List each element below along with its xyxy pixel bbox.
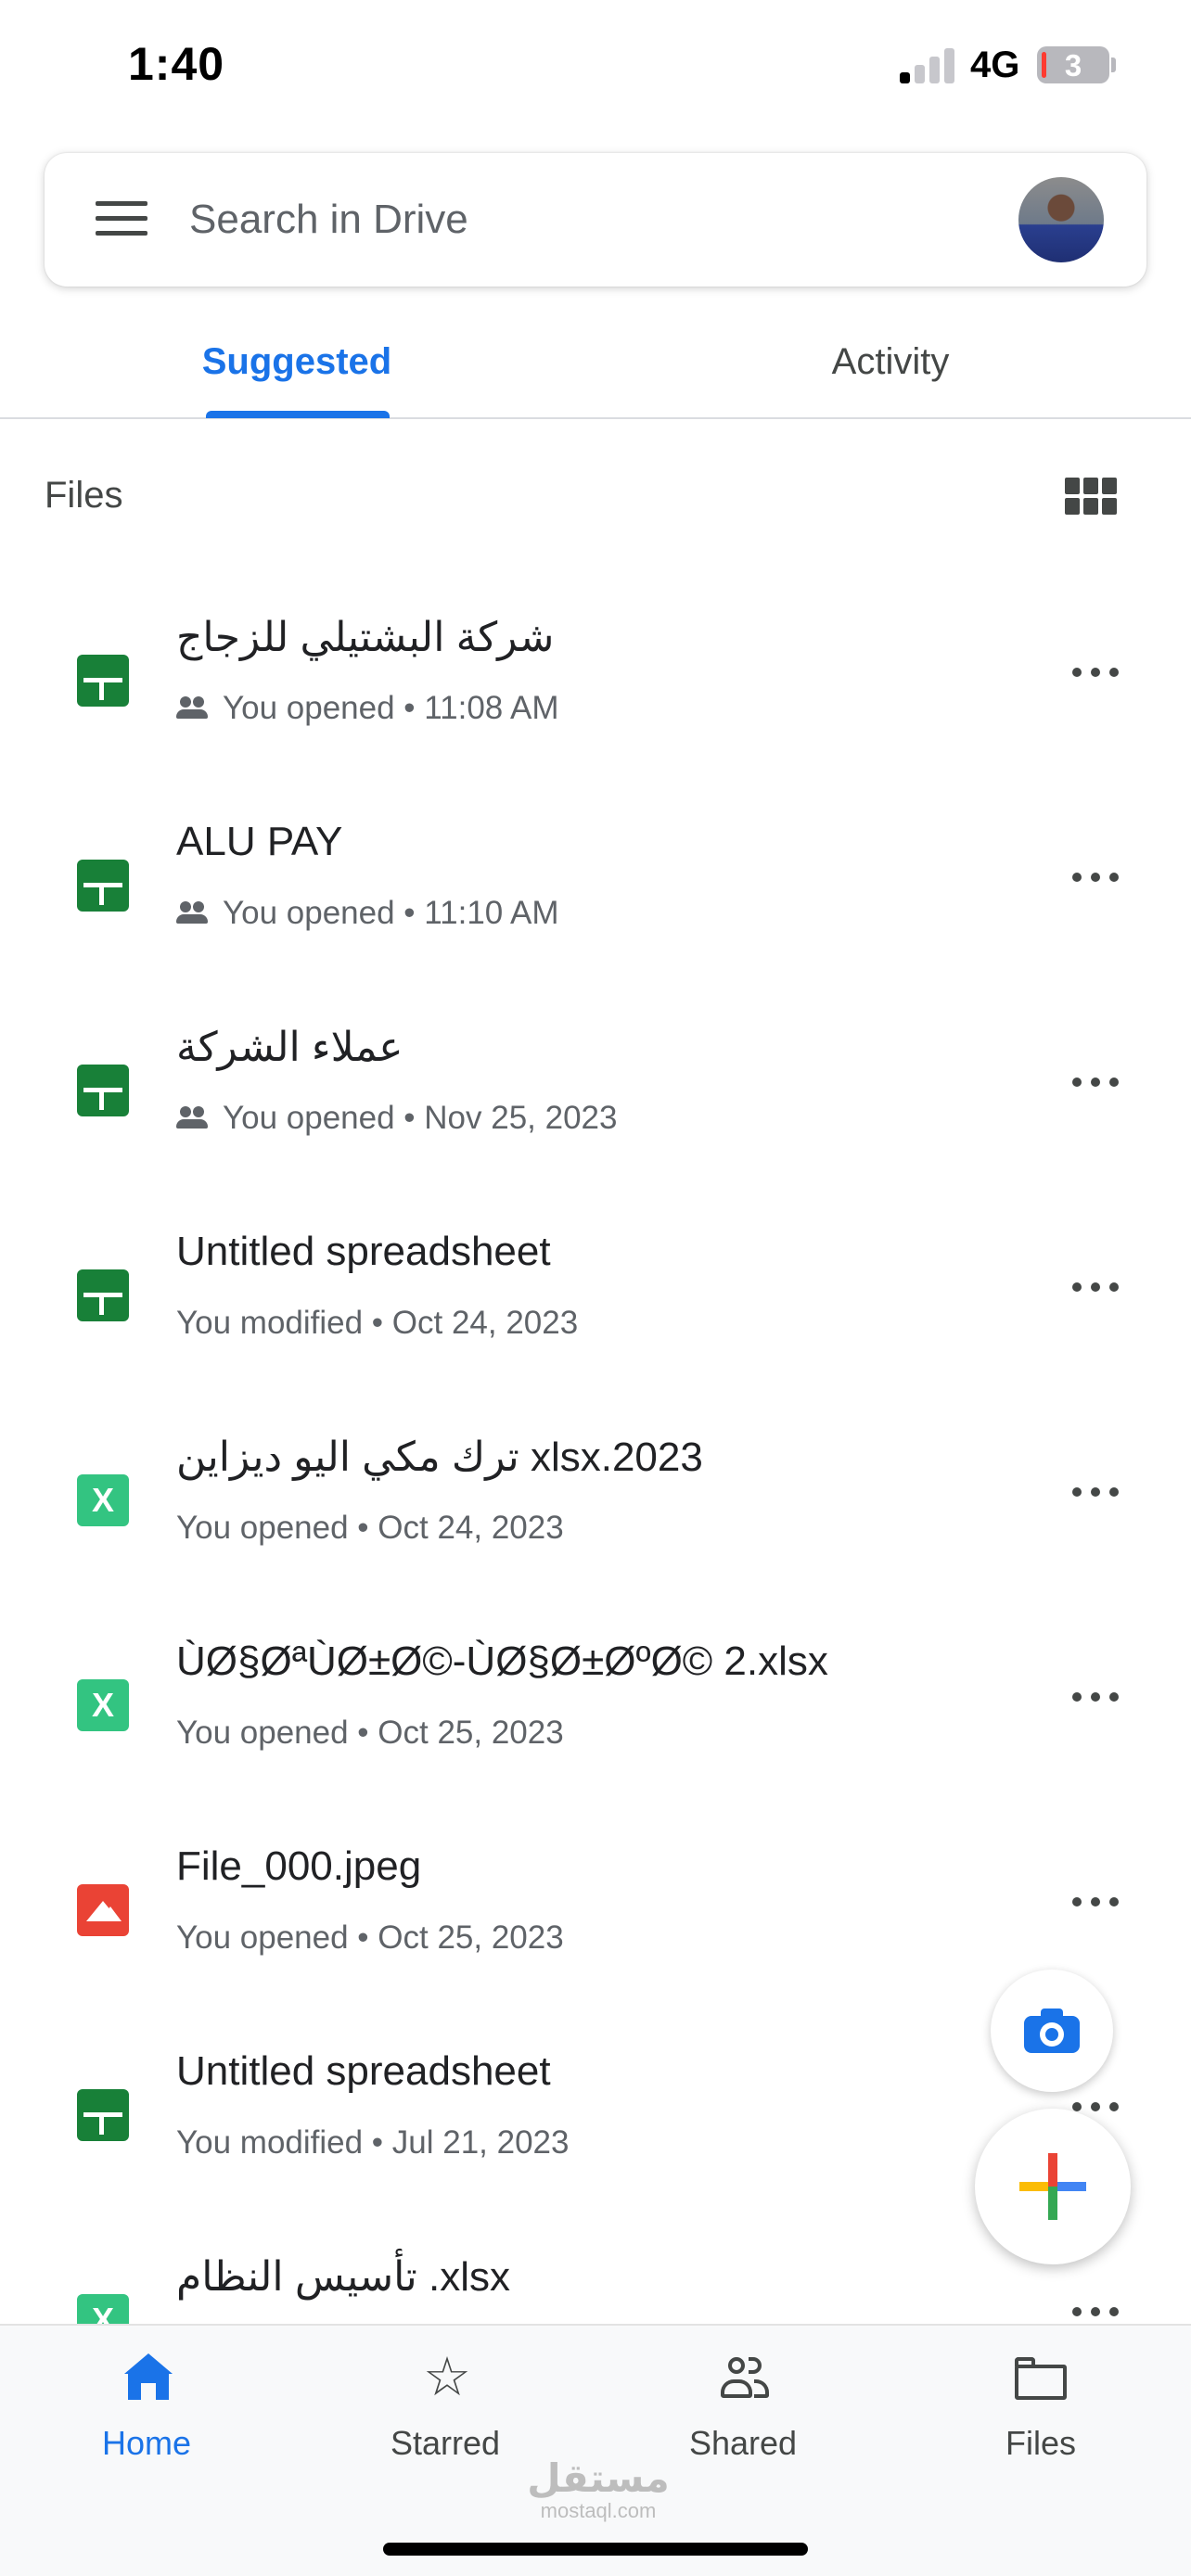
new-button[interactable] bbox=[975, 2109, 1131, 2264]
home-indicator bbox=[383, 2543, 808, 2556]
grid-view-icon[interactable] bbox=[1065, 478, 1117, 516]
watermark: مستقل mostaql.com bbox=[519, 2457, 677, 2522]
file-meta: You modified • Oct 24, 2023 bbox=[176, 1305, 578, 1342]
more-icon[interactable] bbox=[1072, 1487, 1119, 1498]
file-name: عملاء الشركة bbox=[176, 1025, 403, 1070]
more-icon[interactable] bbox=[1072, 1897, 1119, 1908]
file-name: ÙØ§ØªÙØ±Ø©-ÙØ§Ø±ØºØ© 2.xlsx bbox=[176, 1639, 828, 1684]
excel-icon: X bbox=[77, 1679, 129, 1731]
tab-bar: Suggested Activity bbox=[0, 306, 1191, 419]
file-row[interactable]: Untitled spreadsheet You modified • Oct … bbox=[0, 1171, 1191, 1376]
search-bar[interactable] bbox=[45, 153, 1146, 287]
bottom-navigation: Home ☆ Starred Shared Files bbox=[0, 2324, 1191, 2576]
file-row[interactable]: شركة البشتيلي للزجاج You opened • 11:08 … bbox=[0, 556, 1191, 761]
plus-icon bbox=[1019, 2153, 1086, 2220]
battery-percent: 3 bbox=[1064, 48, 1082, 83]
file-meta: You opened • Nov 25, 2023 bbox=[176, 1100, 618, 1137]
more-icon[interactable] bbox=[1072, 2102, 1119, 2113]
file-name: شركة البشتيلي للزجاج bbox=[176, 615, 555, 660]
star-icon: ☆ bbox=[423, 2347, 471, 2407]
file-meta-text: You modified • Oct 24, 2023 bbox=[176, 1305, 579, 1341]
sheets-icon bbox=[77, 1269, 129, 1321]
tab-suggested[interactable]: Suggested bbox=[130, 306, 464, 417]
shared-people-icon bbox=[176, 901, 208, 925]
file-name: Untitled spreadsheet bbox=[176, 1229, 551, 1274]
scan-camera-button[interactable] bbox=[991, 1970, 1113, 2092]
search-input[interactable] bbox=[189, 190, 894, 249]
home-icon bbox=[124, 2353, 173, 2402]
file-meta: You opened • 11:08 AM bbox=[176, 690, 559, 727]
shared-people-icon bbox=[176, 696, 208, 721]
file-meta-text: You opened • Nov 25, 2023 bbox=[223, 1100, 618, 1136]
tab-activity[interactable]: Activity bbox=[724, 306, 1057, 417]
file-meta-text: You opened • Oct 25, 2023 bbox=[176, 1919, 564, 1956]
excel-icon: X bbox=[77, 1474, 129, 1526]
more-icon[interactable] bbox=[1072, 873, 1119, 884]
more-icon[interactable] bbox=[1072, 1282, 1119, 1294]
shared-people-icon bbox=[176, 1106, 208, 1130]
sheets-icon bbox=[77, 860, 129, 912]
cellular-signal-icon bbox=[900, 46, 957, 83]
file-name: تأسيس النظام .xlsx bbox=[176, 2254, 511, 2300]
sheets-icon bbox=[77, 2089, 129, 2141]
image-file-icon bbox=[77, 1884, 129, 1936]
file-meta-text: You opened • Oct 24, 2023 bbox=[176, 1510, 564, 1546]
status-bar: 1:40 4G 3 bbox=[0, 0, 1191, 139]
folder-icon bbox=[1015, 2353, 1067, 2402]
nav-shared[interactable]: Shared bbox=[632, 2353, 854, 2465]
menu-icon[interactable] bbox=[96, 201, 147, 238]
files-section-title: Files bbox=[45, 475, 123, 516]
battery-tip bbox=[1111, 57, 1116, 72]
file-row[interactable]: ALU PAY You opened • 11:10 AM bbox=[0, 761, 1191, 966]
nav-files-label: Files bbox=[1005, 2424, 1076, 2462]
file-name: ALU PAY bbox=[176, 819, 343, 864]
file-name: File_000.jpeg bbox=[176, 1843, 422, 1889]
watermark-latin: mostaql.com bbox=[540, 2499, 657, 2522]
watermark-arabic: مستقل bbox=[527, 2456, 670, 2500]
nav-home-label: Home bbox=[101, 2424, 192, 2462]
nav-files[interactable]: Files bbox=[929, 2353, 1152, 2465]
file-meta-text: You opened • Oct 25, 2023 bbox=[176, 1715, 564, 1751]
file-meta-text: You opened • 11:08 AM bbox=[223, 690, 559, 726]
file-row[interactable]: File_000.jpeg You opened • Oct 25, 2023 bbox=[0, 1786, 1191, 1991]
file-meta: You opened • Oct 25, 2023 bbox=[176, 1919, 564, 1957]
more-icon[interactable] bbox=[1072, 2307, 1119, 2318]
nav-home[interactable]: Home bbox=[35, 2353, 258, 2465]
file-meta: You opened • 11:10 AM bbox=[176, 895, 559, 932]
file-meta: You opened • Oct 25, 2023 bbox=[176, 1715, 564, 1752]
active-tab-indicator bbox=[206, 411, 390, 418]
file-name: ترك مكي اليو ديزاين xlsx.2023 bbox=[176, 1435, 703, 1480]
file-name: Untitled spreadsheet bbox=[176, 2048, 551, 2094]
file-meta: You modified • Jul 21, 2023 bbox=[176, 2124, 570, 2162]
avatar[interactable] bbox=[1018, 177, 1104, 262]
more-icon[interactable] bbox=[1072, 1692, 1119, 1703]
file-meta-text: You opened • 11:10 AM bbox=[223, 895, 559, 931]
file-meta: You opened • Oct 24, 2023 bbox=[176, 1510, 564, 1547]
nav-starred[interactable]: ☆ Starred bbox=[334, 2347, 557, 2465]
file-row[interactable]: عملاء الشركة You opened • Nov 25, 2023 bbox=[0, 966, 1191, 1171]
file-row[interactable]: X ÙØ§ØªÙØ±Ø©-ÙØ§Ø±ØºØ© 2.xlsx You opened… bbox=[0, 1581, 1191, 1786]
network-type: 4G bbox=[970, 45, 1020, 85]
file-row[interactable]: X ترك مكي اليو ديزاين xlsx.2023 You open… bbox=[0, 1376, 1191, 1581]
people-icon bbox=[721, 2353, 769, 2402]
more-icon[interactable] bbox=[1072, 668, 1119, 679]
more-icon[interactable] bbox=[1072, 1078, 1119, 1089]
sheets-icon bbox=[77, 1065, 129, 1116]
file-meta-text: You modified • Jul 21, 2023 bbox=[176, 2124, 570, 2161]
sheets-icon bbox=[77, 655, 129, 707]
status-time: 1:40 bbox=[128, 38, 225, 90]
battery-icon: 3 bbox=[1037, 46, 1109, 83]
camera-icon bbox=[1024, 2009, 1080, 2053]
